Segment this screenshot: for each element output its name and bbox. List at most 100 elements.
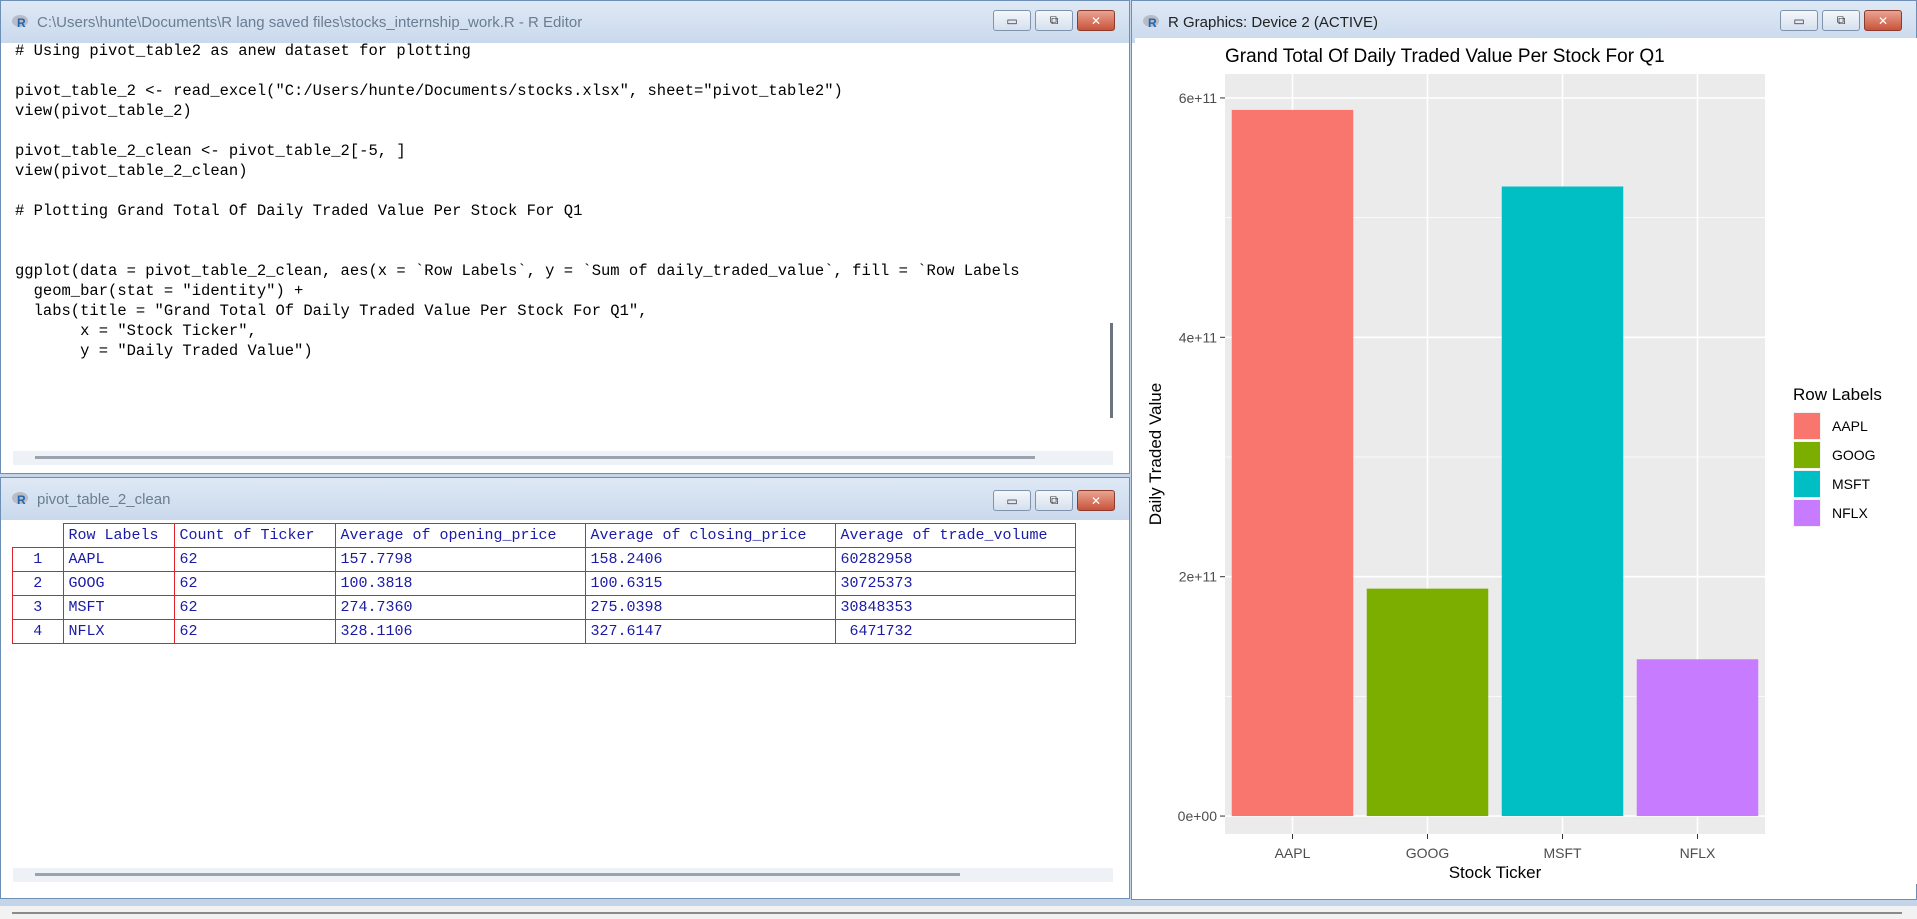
table-row: 4 NFLX 62 328.1106 327.6147 6471732 xyxy=(12,619,1076,644)
vertical-scrollbar-thumb[interactable] xyxy=(1110,323,1113,418)
table-cell[interactable]: 30848353 xyxy=(834,595,1076,620)
table-cell[interactable]: 62 xyxy=(173,595,336,620)
close-button[interactable]: ✕ xyxy=(1864,10,1902,31)
row-number: 2 xyxy=(12,571,64,596)
viewer-window-buttons: ▭ ⧉ ✕ xyxy=(993,490,1115,511)
plot-area: Grand Total Of Daily Traded Value Per St… xyxy=(1135,38,1917,884)
svg-text:R: R xyxy=(1148,16,1157,30)
editor-scrollbar-thumb[interactable] xyxy=(35,456,1035,459)
editor-window-buttons: ▭ ⧉ ✕ xyxy=(993,10,1115,31)
legend-swatch xyxy=(1794,500,1820,526)
viewer-titlebar[interactable]: R pivot_table_2_clean xyxy=(1,478,1129,520)
bar-nflx xyxy=(1636,659,1759,817)
table-row: 2 GOOG 62 100.3818 100.6315 30725373 xyxy=(12,571,1076,596)
table-cell[interactable]: GOOG xyxy=(62,571,175,596)
table-cell[interactable]: 62 xyxy=(173,571,336,596)
table-cell[interactable]: 157.7798 xyxy=(334,547,586,572)
table-header-row: Row Labels Count of Ticker Average of op… xyxy=(12,523,1076,548)
minimize-button[interactable]: ▭ xyxy=(993,10,1031,31)
row-number: 4 xyxy=(12,619,64,644)
table-cell[interactable]: 62 xyxy=(173,619,336,644)
close-icon: ✕ xyxy=(1090,13,1102,28)
column-header[interactable]: Average of trade_volume xyxy=(834,523,1076,548)
minimize-button[interactable]: ▭ xyxy=(1780,10,1818,31)
table-row: 3 MSFT 62 274.7360 275.0398 30848353 xyxy=(12,595,1076,620)
table-cell[interactable]: 327.6147 xyxy=(584,619,836,644)
editor-titlebar[interactable]: R C:\Users\hunte\Documents\R lang saved … xyxy=(1,1,1129,43)
table-cell[interactable]: 274.7360 xyxy=(334,595,586,620)
x-tick-label: AAPL xyxy=(1275,845,1311,861)
maximize-button[interactable]: ⧉ xyxy=(1822,10,1860,31)
legend-label: AAPL xyxy=(1832,418,1868,434)
graphics-window-buttons: ▭ ⧉ ✕ xyxy=(1780,10,1902,31)
table-cell[interactable]: 158.2406 xyxy=(584,547,836,572)
r-logo-icon: R xyxy=(12,15,28,30)
minimize-button[interactable]: ▭ xyxy=(993,490,1031,511)
legend-swatch xyxy=(1794,442,1820,468)
viewer-horizontal-scrollbar[interactable] xyxy=(13,868,1113,882)
editor-title: C:\Users\hunte\Documents\R lang saved fi… xyxy=(37,13,583,31)
y-tick-label: 4e+11 xyxy=(1179,329,1217,345)
maximize-icon: ⧉ xyxy=(1836,13,1846,27)
code-editor[interactable]: # Using pivot_table2 as anew dataset for… xyxy=(15,41,1020,361)
viewer-scrollbar-thumb[interactable] xyxy=(35,873,960,876)
table-cell[interactable]: 60282958 xyxy=(834,547,1076,572)
table-cell[interactable]: MSFT xyxy=(62,595,175,620)
legend-label: GOOG xyxy=(1832,447,1876,463)
x-axis-label: Stock Ticker xyxy=(1449,863,1542,882)
legend-label: MSFT xyxy=(1832,476,1871,492)
table-cell[interactable]: 62 xyxy=(173,547,336,572)
row-number: 3 xyxy=(12,595,64,620)
table-cell[interactable]: 100.3818 xyxy=(334,571,586,596)
table-cell[interactable]: 100.6315 xyxy=(584,571,836,596)
editor-horizontal-scrollbar[interactable] xyxy=(13,451,1113,465)
bar-aapl xyxy=(1231,109,1354,817)
maximize-icon: ⧉ xyxy=(1049,13,1059,27)
table-cell[interactable]: 30725373 xyxy=(834,571,1076,596)
data-frame-table: Row Labels Count of Ticker Average of op… xyxy=(12,523,1076,644)
minimize-icon: ▭ xyxy=(1793,13,1805,28)
legend-title: Row Labels xyxy=(1793,385,1882,404)
table-row: 1 AAPL 62 157.7798 158.2406 60282958 xyxy=(12,547,1076,572)
graphics-title: R Graphics: Device 2 (ACTIVE) xyxy=(1168,13,1379,31)
x-axis: AAPL GOOG MSFT NFLX xyxy=(1275,834,1716,861)
legend-label: NFLX xyxy=(1832,505,1868,521)
svg-text:R: R xyxy=(17,493,26,507)
column-header[interactable]: Count of Ticker xyxy=(173,523,336,548)
close-icon: ✕ xyxy=(1090,493,1102,508)
close-button[interactable]: ✕ xyxy=(1077,490,1115,511)
close-button[interactable]: ✕ xyxy=(1077,10,1115,31)
legend: AAPL GOOG MSFT NFLX xyxy=(1793,412,1876,527)
column-header[interactable]: Row Labels xyxy=(62,523,175,548)
table-cell[interactable]: 6471732 xyxy=(834,619,1076,644)
bar-goog xyxy=(1366,588,1489,817)
close-icon: ✕ xyxy=(1877,13,1889,28)
x-tick-label: NFLX xyxy=(1680,845,1716,861)
r-logo-icon: R xyxy=(12,492,28,507)
y-axis: 0e+00 2e+11 4e+11 6e+11 xyxy=(1178,90,1225,824)
row-number: 1 xyxy=(12,547,64,572)
maximize-button[interactable]: ⧉ xyxy=(1035,490,1073,511)
status-bar xyxy=(0,906,1917,919)
maximize-button[interactable]: ⧉ xyxy=(1035,10,1073,31)
viewer-title: pivot_table_2_clean xyxy=(37,490,171,508)
minimize-icon: ▭ xyxy=(1006,13,1018,28)
chart-title: Grand Total Of Daily Traded Value Per St… xyxy=(1225,46,1665,67)
table-cell[interactable]: 328.1106 xyxy=(334,619,586,644)
legend-swatch xyxy=(1794,413,1820,439)
column-header[interactable]: Average of opening_price xyxy=(334,523,586,548)
x-tick-label: GOOG xyxy=(1406,845,1450,861)
table-cell[interactable]: 275.0398 xyxy=(584,595,836,620)
x-tick-label: MSFT xyxy=(1543,845,1582,861)
r-logo-icon: R xyxy=(1143,15,1159,30)
table-cell[interactable]: NFLX xyxy=(62,619,175,644)
editor-window: R C:\Users\hunte\Documents\R lang saved … xyxy=(0,0,1130,474)
bar-msft xyxy=(1501,186,1624,817)
svg-text:R: R xyxy=(17,16,26,30)
legend-swatch xyxy=(1794,471,1820,497)
column-header[interactable]: Average of closing_price xyxy=(584,523,836,548)
maximize-icon: ⧉ xyxy=(1049,493,1059,507)
table-corner xyxy=(12,523,64,548)
table-cell[interactable]: AAPL xyxy=(62,547,175,572)
status-bar-line xyxy=(12,912,1902,914)
